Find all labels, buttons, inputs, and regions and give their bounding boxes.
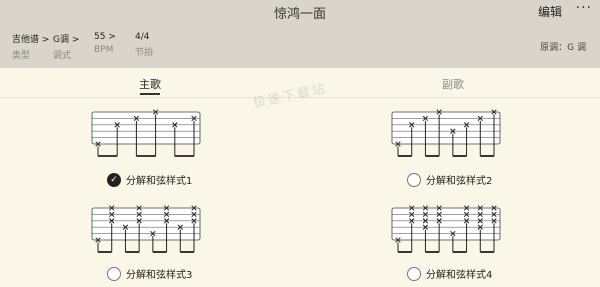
radio-icon[interactable] bbox=[407, 172, 421, 187]
pattern-option-2[interactable]: 分解和弦样式2 bbox=[407, 172, 492, 187]
pattern-option-label: 分解和弦样式2 bbox=[426, 176, 493, 187]
pattern-option-label: 分解和弦样式1 bbox=[126, 176, 193, 187]
pattern-staff bbox=[91, 205, 201, 253]
original-key: 原调：G 调 bbox=[540, 43, 586, 53]
song-title: 惊鸿一面 bbox=[273, 7, 326, 22]
staff-frame bbox=[391, 207, 501, 241]
edit-button[interactable]: 编辑 bbox=[538, 3, 562, 20]
radio-icon[interactable] bbox=[407, 266, 421, 281]
check-icon[interactable]: ✓ bbox=[107, 172, 121, 187]
pattern-option-4[interactable]: 分解和弦样式4 bbox=[407, 266, 492, 281]
time-signature-label: 节拍 bbox=[135, 48, 154, 58]
rhythm-pattern-1[interactable] bbox=[90, 106, 202, 158]
tab-verse[interactable]: 主歌 bbox=[139, 76, 161, 92]
rhythm-pattern-3[interactable] bbox=[90, 202, 202, 254]
staff-frame bbox=[391, 111, 501, 145]
pattern-staff bbox=[91, 109, 201, 157]
staff-frame bbox=[91, 207, 201, 241]
time-signature-value: 4/4 bbox=[135, 32, 150, 42]
more-icon[interactable]: ··· bbox=[576, 0, 592, 16]
pattern-option-label: 分解和弦样式3 bbox=[126, 270, 193, 281]
top-bar: 惊鸿一面 编辑 ··· 吉他谱 > 类型 G调 > 调式 55 > BPM 4/… bbox=[0, 0, 600, 68]
active-tab-indicator bbox=[140, 93, 160, 95]
staff-frame bbox=[91, 111, 201, 145]
pattern-option-1[interactable]: ✓ 分解和弦样式1 bbox=[107, 172, 192, 187]
rhythm-pattern-2[interactable] bbox=[390, 106, 502, 158]
pattern-staff bbox=[391, 109, 501, 157]
time-signature-selector[interactable]: 4/4 节拍 bbox=[135, 32, 195, 58]
rhythm-pattern-4[interactable] bbox=[390, 202, 502, 254]
pattern-option-label: 分解和弦样式4 bbox=[426, 270, 493, 281]
radio-icon[interactable] bbox=[107, 266, 121, 281]
tab-chorus[interactable]: 副歌 bbox=[442, 76, 464, 92]
pattern-option-3[interactable]: 分解和弦样式3 bbox=[107, 266, 192, 281]
pattern-staff bbox=[391, 205, 501, 253]
